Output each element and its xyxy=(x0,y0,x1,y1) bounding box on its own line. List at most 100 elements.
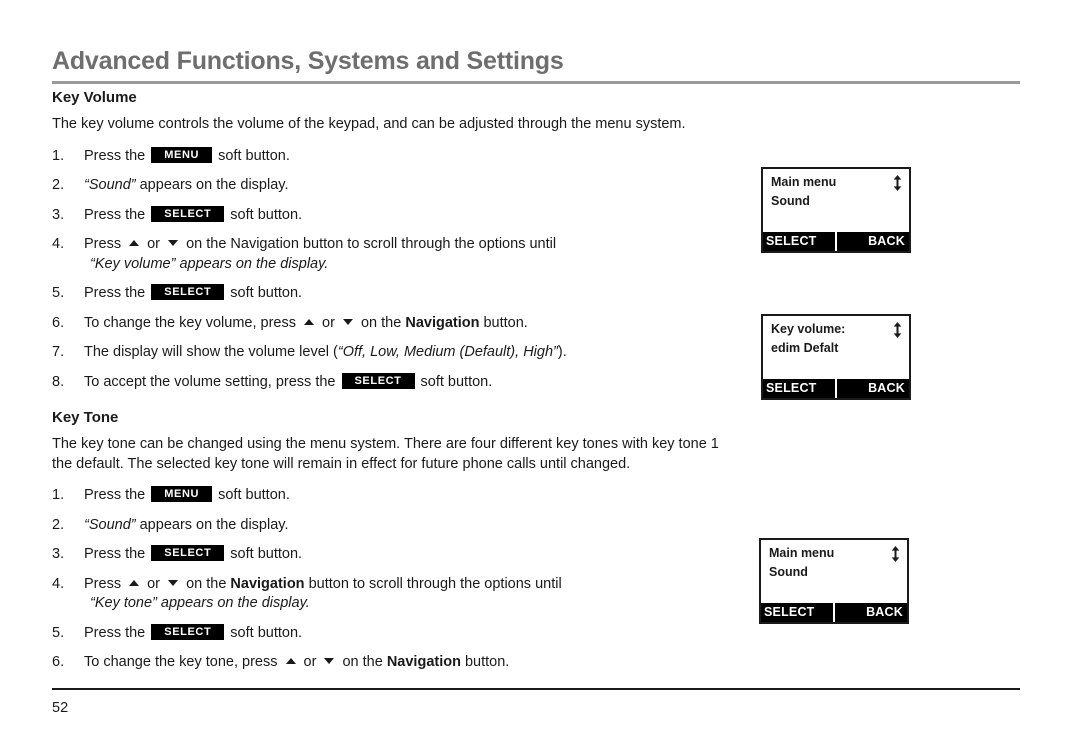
section-title-key-volume: Key Volume xyxy=(52,89,137,106)
list-item: 4. Press or on the Navigation button to … xyxy=(52,575,742,614)
page-header: Advanced Functions, Systems and Settings xyxy=(52,46,1020,84)
up-down-arrow-icon xyxy=(893,175,902,191)
step-text-after: on the xyxy=(182,575,231,592)
step-text-mid: or xyxy=(299,654,321,670)
list-item: 1. Press the MENU soft button. xyxy=(52,486,742,506)
list-item: 2. “Sound” appears on the display. xyxy=(52,516,742,536)
step-text-before: Press the xyxy=(84,285,150,301)
step-text-bold: Navigation xyxy=(405,314,480,331)
step-text-before: Press the xyxy=(84,487,150,503)
step-number: 1. xyxy=(52,487,65,503)
step-text-after: on the xyxy=(356,314,406,331)
step-number: 8. xyxy=(52,373,65,390)
display-line-1: Main menu xyxy=(769,546,835,560)
step-text-before: The display will show the volume level ( xyxy=(84,344,338,360)
softkey-chip-select: SELECT xyxy=(341,372,415,389)
step-text-italic: “Off, Low, Medium (Default), High” xyxy=(337,344,558,360)
steps-list-key-tone: 1. Press the MENU soft button. 2. “Sound… xyxy=(52,486,742,673)
step-text-before: To change the key tone, press xyxy=(84,654,282,670)
display-softkey-bar: SELECT BACK xyxy=(763,232,909,251)
section-title-key-tone: Key Tone xyxy=(52,409,119,426)
step-text-tail: button. xyxy=(460,654,510,670)
softkey-chip-select: SELECT xyxy=(151,623,225,640)
step-subtext: “Key volume” appears on the display. xyxy=(90,255,329,272)
phone-display-figure-3: Main menu Sound SELECT BACK xyxy=(759,538,909,624)
arrow-up-icon xyxy=(285,658,296,664)
display-softkey-select: SELECT xyxy=(763,379,835,398)
display-softkey-bar: SELECT BACK xyxy=(763,379,909,398)
display-softkey-back: BACK xyxy=(835,603,907,622)
softkey-chip-select: SELECT xyxy=(151,284,225,300)
step-text-after: on the xyxy=(338,654,387,670)
softkey-chip-menu: MENU xyxy=(151,146,213,163)
step-number: 4. xyxy=(52,236,65,252)
arrow-up-icon xyxy=(129,579,140,586)
step-text-before: Press the xyxy=(84,546,150,562)
section-intro-key-volume: The key volume controls the volume of th… xyxy=(52,116,686,132)
page-number: 52 xyxy=(52,700,69,716)
step-text-before: Press the xyxy=(84,624,150,641)
arrow-up-icon xyxy=(304,318,315,325)
step-number: 7. xyxy=(52,344,65,360)
display-line-1: Key volume: xyxy=(771,322,846,336)
step-text-after: soft button. xyxy=(226,546,303,562)
header-divider xyxy=(52,81,1020,84)
arrow-down-icon xyxy=(168,579,179,586)
step-number: 3. xyxy=(52,206,65,223)
display-softkey-bar: SELECT BACK xyxy=(761,603,907,622)
step-number: 5. xyxy=(52,624,65,641)
list-item: 7. The display will show the volume leve… xyxy=(52,343,742,363)
section-intro-key-tone: The key tone can be changed using the me… xyxy=(52,436,719,472)
softkey-chip-menu: MENU xyxy=(151,486,213,502)
list-item: 3. Press the SELECT soft button. xyxy=(52,545,742,565)
step-text-mid: or xyxy=(318,314,339,331)
step-text-before: Press xyxy=(84,575,126,592)
step-text-mid: or xyxy=(143,575,165,592)
step-text-after: appears on the display. xyxy=(135,177,289,193)
page-title: Advanced Functions, Systems and Settings xyxy=(52,47,564,75)
step-text-quote: “Sound” xyxy=(84,177,136,193)
step-subtext: “Key tone” appears on the display. xyxy=(90,595,310,611)
step-text-mid: or xyxy=(143,236,165,252)
display-softkey-select: SELECT xyxy=(763,232,835,251)
step-number: 4. xyxy=(52,575,65,592)
step-text-before: To accept the volume setting, press the xyxy=(84,373,340,390)
step-text-after: soft button. xyxy=(416,373,493,390)
step-text-before: Press the xyxy=(84,206,150,223)
step-number: 2. xyxy=(52,177,65,193)
arrow-down-icon xyxy=(324,658,335,664)
steps-list-key-volume: 1. Press the MENU soft button. 2. “Sound… xyxy=(52,146,742,393)
display-softkey-back: BACK xyxy=(837,232,909,251)
step-text-quote: “Sound” xyxy=(84,516,136,533)
step-text-before: To change the key volume, press xyxy=(84,314,301,331)
step-text-before: Press the xyxy=(84,147,150,164)
footer-divider xyxy=(52,688,1020,690)
step-text-bold: Navigation xyxy=(230,575,305,592)
step-text-tail: button. xyxy=(479,314,528,331)
arrow-down-icon xyxy=(342,318,353,325)
step-text-after: soft button. xyxy=(226,285,303,301)
step-text-bold: Navigation xyxy=(386,654,461,670)
display-line-2: edim Defalt xyxy=(771,341,839,355)
list-item: 5. Press the SELECT soft button. xyxy=(52,284,742,304)
step-number: 1. xyxy=(52,147,65,164)
step-number: 6. xyxy=(52,314,65,331)
arrow-up-icon xyxy=(129,240,140,246)
list-item: 5. Press the SELECT soft button. xyxy=(52,623,742,644)
list-item: 1. Press the MENU soft button. xyxy=(52,146,742,167)
softkey-chip-select: SELECT xyxy=(151,545,225,561)
step-number: 5. xyxy=(52,285,65,301)
step-text-after: soft button. xyxy=(214,487,290,503)
list-item: 3. Press the SELECT soft button. xyxy=(52,205,742,226)
phone-display-figure-1: Main menu Sound SELECT BACK xyxy=(761,167,911,253)
step-text-after: appears on the display. xyxy=(135,516,289,533)
phone-display-figure-2: Key volume: edim Defalt SELECT BACK xyxy=(761,314,911,400)
display-softkey-back: BACK xyxy=(837,379,909,398)
list-item: 8. To accept the volume setting, press t… xyxy=(52,372,742,393)
arrow-down-icon xyxy=(168,240,179,246)
display-softkey-select: SELECT xyxy=(761,603,833,622)
list-item: 4. Press or on the Navigation button to … xyxy=(52,235,742,274)
display-line-2: Sound xyxy=(769,565,808,579)
display-line-1: Main menu xyxy=(771,175,837,189)
up-down-arrow-icon xyxy=(893,322,902,338)
